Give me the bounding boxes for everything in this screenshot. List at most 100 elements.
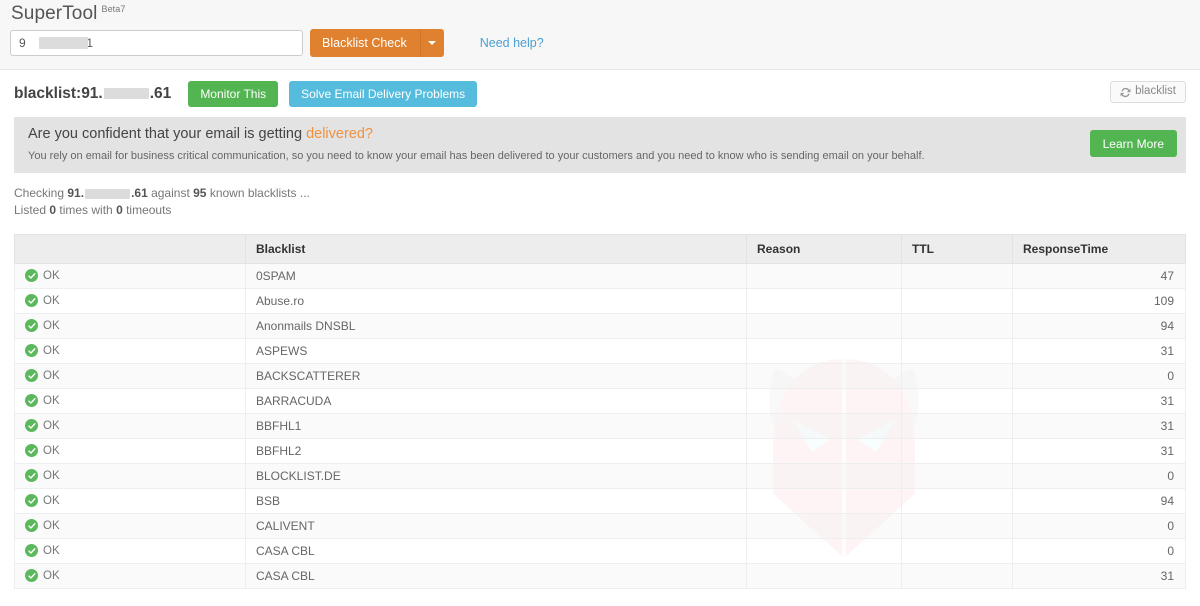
column-header-blacklist[interactable]: Blacklist (245, 233, 747, 264)
blacklist-check-button[interactable]: Blacklist Check (310, 29, 420, 57)
cell-blacklist-name: CASA CBL (245, 538, 747, 564)
cell-reason (746, 338, 902, 364)
table-row[interactable]: OK Anonmails DNSBL 94 (14, 313, 1186, 339)
status-label: OK (43, 294, 60, 307)
table-row[interactable]: OK BLOCKLIST.DE 0 (14, 463, 1186, 489)
beta-badge: Beta7 (101, 3, 126, 14)
cell-ttl (901, 413, 1013, 439)
status-label: OK (43, 369, 60, 382)
promo-heading: Are you confident that your email is get… (28, 126, 1172, 143)
cell-blacklist-name: BBFHL2 (245, 438, 747, 464)
redaction-block-title (103, 87, 149, 99)
cell-blacklist-name: BSB (245, 488, 747, 514)
cell-status: OK (14, 488, 246, 514)
check-circle-icon (25, 294, 38, 308)
listed-mid: times with (56, 203, 117, 218)
table-row[interactable]: OK CALIVENT 0 (14, 513, 1186, 539)
table-row[interactable]: OK Abuse.ro 109 (14, 288, 1186, 314)
check-circle-icon (25, 344, 38, 358)
cell-response-time: 94 (1012, 313, 1186, 339)
table-head: Blacklist Reason TTL ResponseTime (14, 233, 1186, 264)
cell-response-time: 0 (1012, 363, 1186, 389)
status-label: OK (43, 469, 60, 482)
table-row[interactable]: OK CASA CBL 31 (14, 563, 1186, 589)
cell-ttl (901, 463, 1013, 489)
cell-response-time: 31 (1012, 388, 1186, 414)
cell-reason (746, 263, 902, 289)
status-label: OK (43, 319, 60, 332)
cell-response-time: 0 (1012, 463, 1186, 489)
table-row[interactable]: OK BARRACUDA 31 (14, 388, 1186, 414)
cell-reason (746, 513, 902, 539)
cell-status: OK (14, 538, 246, 564)
checking-ip-suffix: .61 (131, 186, 148, 200)
monitor-this-button[interactable]: Monitor This (188, 80, 279, 107)
status-label: OK (43, 569, 60, 582)
page-title-prefix: blacklist:91. (14, 84, 103, 102)
blacklist-results-table: Blacklist Reason TTL ResponseTime OK 0SPA… (14, 233, 1186, 589)
promo-heading-main: Are you confident that your email is get… (28, 126, 307, 142)
cell-status: OK (14, 513, 246, 539)
cell-ttl (901, 313, 1013, 339)
checking-status: Checking 91. .61 against 95 known blackli… (14, 185, 1200, 220)
cell-blacklist-name: ASPEWS (245, 338, 747, 364)
cell-status: OK (14, 263, 246, 289)
column-header-ttl[interactable]: TTL (901, 233, 1013, 264)
table-row[interactable]: OK BBFHL2 31 (14, 438, 1186, 464)
solve-email-delivery-problems-button[interactable]: Solve Email Delivery Problems (289, 80, 478, 107)
cell-reason (746, 413, 902, 439)
need-help-link[interactable]: Need help? (480, 36, 544, 50)
table-row[interactable]: OK BSB 94 (14, 488, 1186, 514)
cell-response-time: 31 (1012, 563, 1186, 589)
promo-body: You rely on email for business critical … (28, 150, 925, 163)
check-circle-icon (25, 469, 38, 483)
cell-blacklist-name: BLOCKLIST.DE (245, 463, 747, 489)
search-input-wrapper (10, 30, 303, 56)
table-body: OK 0SPAM 47 OK Abuse.ro 109 OK Anonmails DNSBL 9… (14, 263, 1186, 589)
result-header: blacklist:91. .61 Monitor This Solve Emai… (0, 70, 1200, 117)
cell-status: OK (14, 413, 246, 439)
check-circle-icon (25, 319, 38, 333)
timeout-count: 0 (116, 203, 123, 218)
cell-reason (746, 563, 902, 589)
refresh-blacklist-button[interactable]: blacklist (1110, 81, 1186, 103)
cell-status: OK (14, 563, 246, 589)
cell-reason (746, 438, 902, 464)
cell-ttl (901, 488, 1013, 514)
cell-status: OK (14, 338, 246, 364)
refresh-icon (1120, 87, 1131, 97)
status-label: OK (43, 344, 60, 357)
cell-response-time: 31 (1012, 438, 1186, 464)
column-header-reason[interactable]: Reason (746, 233, 902, 264)
cell-blacklist-name: CALIVENT (245, 513, 747, 539)
cell-status: OK (14, 388, 246, 414)
table-row[interactable]: OK CASA CBL 0 (14, 538, 1186, 564)
cell-ttl (901, 288, 1013, 314)
search-row: Blacklist Check Need help? (10, 29, 544, 57)
cell-status: OK (14, 363, 246, 389)
cell-ttl (901, 363, 1013, 389)
table-row[interactable]: OK BBFHL1 31 (14, 413, 1186, 439)
checking-mid: against (147, 186, 194, 200)
table-row[interactable]: OK ASPEWS 31 (14, 338, 1186, 364)
status-label: OK (43, 394, 60, 407)
cell-reason (746, 288, 902, 314)
redaction-block-search (39, 37, 88, 49)
cell-status: OK (14, 313, 246, 339)
column-header-response-time[interactable]: ResponseTime (1012, 233, 1186, 264)
cell-status: OK (14, 288, 246, 314)
check-circle-icon (25, 569, 38, 583)
listed-prefix: Listed (14, 203, 50, 218)
learn-more-button[interactable]: Learn More (1089, 130, 1177, 157)
cell-ttl (901, 263, 1013, 289)
table-row[interactable]: OK BACKSCATTERER 0 (14, 363, 1186, 389)
checking-line: Checking 91. .61 against 95 known blackli… (14, 185, 1200, 202)
blacklist-check-dropdown-button[interactable] (419, 29, 444, 57)
checking-prefix: Checking (14, 186, 68, 200)
check-circle-icon (25, 419, 38, 433)
cell-reason (746, 388, 902, 414)
column-header-status[interactable] (14, 233, 246, 264)
cell-ttl (901, 563, 1013, 589)
cell-ttl (901, 538, 1013, 564)
table-row[interactable]: OK 0SPAM 47 (14, 263, 1186, 289)
